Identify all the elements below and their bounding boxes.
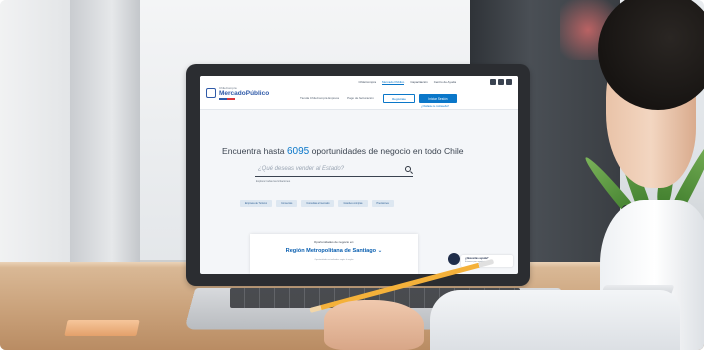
explore-link[interactable]: Explorar todas las licitaciones <box>256 180 290 183</box>
chevron-down-icon: ⌄ <box>377 248 383 254</box>
person-sleeve <box>430 290 680 350</box>
social-icons <box>490 79 512 85</box>
twitter-icon[interactable] <box>498 79 504 85</box>
nav-link-tienda[interactable]: Tienda ChileCompra Express <box>300 96 339 100</box>
chip-precisiones[interactable]: Precisiones <box>371 200 394 207</box>
region-name: Región Metropolitana de Santiago <box>285 248 377 254</box>
top-link[interactable]: ChileCompra <box>358 80 376 85</box>
chip-consultas[interactable]: Consultas al mercado <box>301 200 335 207</box>
site-header: ChileCompra MercadoPúblico ChileCompra M… <box>200 76 518 110</box>
logo-flag-stripe <box>219 98 235 100</box>
site-logo[interactable]: MercadoPúblico <box>219 90 269 97</box>
top-links: ChileCompra Mercado Público Capacitación… <box>358 80 456 85</box>
region-note: Oportunidades actualizadas según la regi… <box>314 259 354 261</box>
chip-grandes-compras[interactable]: Grandes compras <box>338 200 368 207</box>
background-pillar <box>70 0 140 290</box>
logo-icon <box>206 88 216 98</box>
top-link-active[interactable]: Mercado Público <box>382 80 405 85</box>
login-button[interactable]: Iniciar Sesión <box>419 94 457 103</box>
chip-turismo[interactable]: Empresa de Turismo <box>240 200 273 207</box>
search-input[interactable]: ¿Qué deseas vender al Estado? <box>255 164 413 177</box>
opportunity-count: 6095 <box>286 146 310 157</box>
category-chips: Empresa de Turismo Convenios Consultas a… <box>240 200 394 207</box>
hero-headline: Encuentra hasta 6095 oportunidades de ne… <box>222 146 502 157</box>
headline-after: oportunidades de negocio en todo Chile <box>309 146 464 156</box>
youtube-icon[interactable] <box>506 79 512 85</box>
notebook <box>64 320 140 336</box>
laptop-screen: ChileCompra MercadoPúblico ChileCompra M… <box>200 76 518 274</box>
secondary-nav: Tienda ChileCompra Express Pago de factu… <box>300 96 374 100</box>
register-button[interactable]: Regístrate <box>383 94 415 103</box>
photo-scene: ChileCompra MercadoPúblico ChileCompra M… <box>0 0 704 350</box>
nav-link-pago[interactable]: Pago de facturación <box>347 96 374 100</box>
region-card: Oportunidades de negocio en: Región Metr… <box>250 234 418 274</box>
top-link[interactable]: Centro de Ayuda <box>434 80 456 85</box>
region-label: Oportunidades de negocio en: <box>313 240 355 244</box>
region-selector[interactable]: Región Metropolitana de Santiago ⌄ <box>250 248 418 254</box>
search-placeholder: ¿Qué deseas vender al Estado? <box>258 166 345 172</box>
headline-before: Encuentra hasta <box>222 146 287 156</box>
facebook-icon[interactable] <box>490 79 496 85</box>
help-chat-icon[interactable] <box>448 253 460 265</box>
chip-convenios[interactable]: Convenios <box>276 200 298 207</box>
top-link[interactable]: Capacitación <box>410 80 427 85</box>
search-icon[interactable] <box>405 166 411 172</box>
forgot-password-link[interactable]: ¿Olvidaste tu contraseña? <box>421 105 449 108</box>
help-title: ¿Necesitas ayuda? <box>465 257 489 260</box>
person-hand <box>324 300 424 350</box>
